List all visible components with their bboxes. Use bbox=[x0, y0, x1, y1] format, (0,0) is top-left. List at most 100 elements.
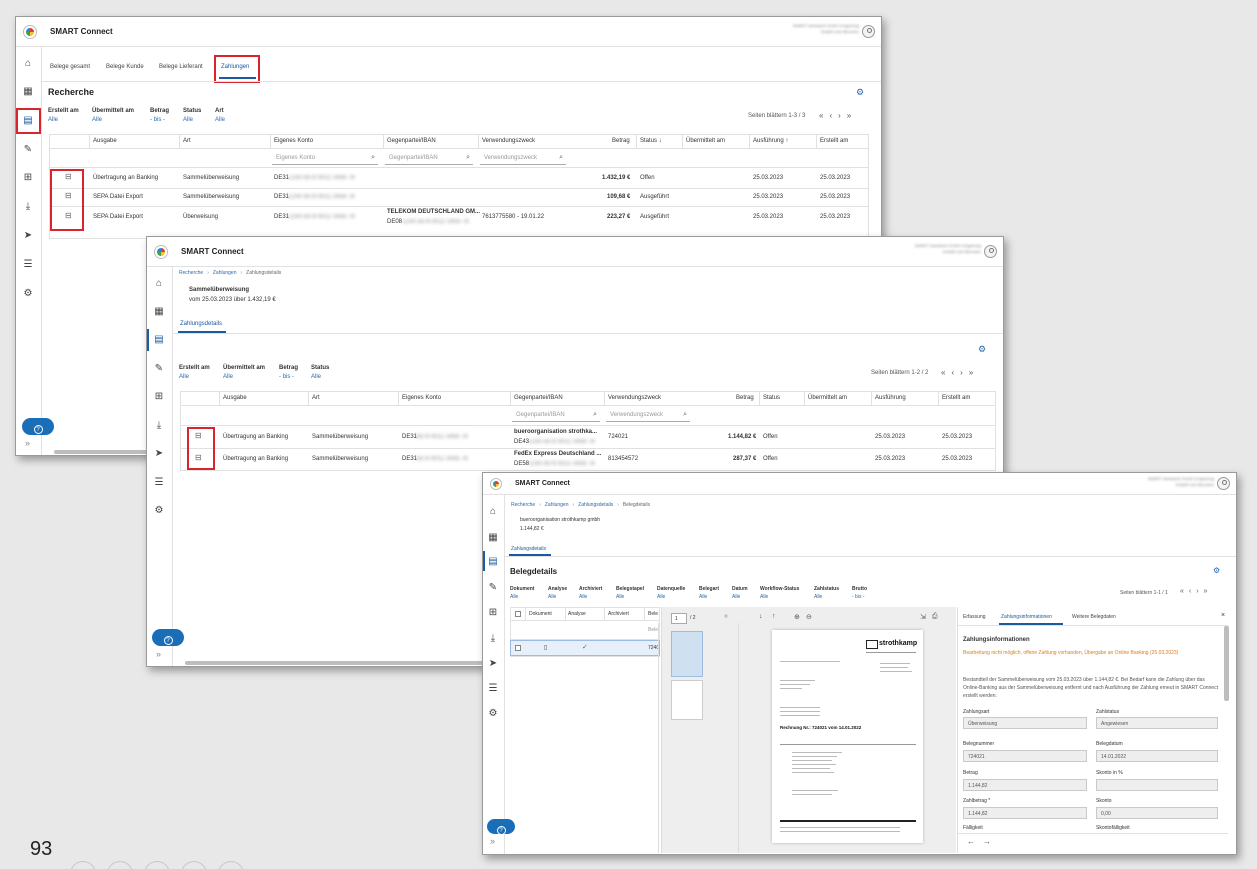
upload-icon[interactable]: ↑ bbox=[772, 613, 776, 620]
breadcrumb-recherche[interactable]: Recherche bbox=[179, 270, 203, 276]
col-erstellt[interactable]: Erstellt am bbox=[820, 138, 848, 144]
arrow-right-icon[interactable]: → bbox=[983, 837, 991, 846]
filter-belegart[interactable]: Alle bbox=[699, 594, 707, 600]
page-input[interactable]: 1 bbox=[671, 613, 687, 624]
avatar[interactable] bbox=[984, 245, 997, 258]
home-icon[interactable]: ⌂ bbox=[152, 277, 166, 291]
tab-zahlungsdetails[interactable]: Zahlungsdetails bbox=[180, 321, 222, 327]
filter-status[interactable]: Alle bbox=[311, 374, 321, 380]
filter-uebermittelt[interactable]: Alle bbox=[92, 117, 102, 123]
filter-workflow[interactable]: Alle bbox=[760, 594, 768, 600]
col-uebermittelt[interactable]: Übermittelt am bbox=[808, 395, 847, 401]
breadcrumb-zahlungen[interactable]: Zahlungen bbox=[213, 270, 237, 276]
edit-document-icon[interactable]: ✎ bbox=[152, 362, 166, 376]
col-gegenpartei[interactable]: Gegenpartei/IBAN bbox=[514, 395, 563, 401]
close-icon[interactable]: × bbox=[1221, 612, 1225, 619]
expand-icon[interactable]: » bbox=[490, 836, 495, 846]
vertical-scrollbar[interactable] bbox=[1224, 626, 1229, 701]
filter-archiviert[interactable]: Alle bbox=[579, 594, 587, 600]
help-button[interactable]: ? bbox=[22, 418, 54, 435]
thumbnail-page-2[interactable] bbox=[671, 680, 703, 720]
filter-status[interactable]: Alle bbox=[183, 117, 193, 123]
search-konto-input[interactable]: Eigenes Konto ⌕ bbox=[272, 152, 378, 165]
filter-betrag[interactable]: - bis - bbox=[150, 117, 165, 123]
send-icon[interactable]: ➤ bbox=[152, 447, 166, 461]
send-icon[interactable]: ➤ bbox=[486, 657, 500, 671]
help-button[interactable]: ? bbox=[487, 819, 515, 835]
expand-icon[interactable]: » bbox=[25, 438, 30, 448]
pager-nav[interactable]: «‹›» bbox=[941, 368, 979, 377]
col-art[interactable]: Art bbox=[183, 138, 191, 144]
filter-uebermittelt[interactable]: Alle bbox=[223, 374, 233, 380]
edit-document-icon[interactable]: ✎ bbox=[21, 143, 35, 157]
download-icon[interactable]: ↓ bbox=[759, 613, 763, 620]
tab-zahlungsinformationen[interactable]: Zahlungsinformationen bbox=[1001, 614, 1052, 620]
col-gegenpartei[interactable]: Gegenpartei/IBAN bbox=[387, 138, 436, 144]
pager-nav[interactable]: «‹›» bbox=[1180, 588, 1212, 595]
calendar-grid-icon[interactable]: ▦ bbox=[152, 305, 166, 319]
col-betrag[interactable]: Betrag bbox=[612, 138, 630, 144]
col-archiviert[interactable]: Archiviert bbox=[608, 611, 629, 617]
col-eigenes-konto[interactable]: Eigenes Konto bbox=[274, 138, 313, 144]
col-status[interactable]: Status ↓ bbox=[640, 138, 662, 144]
col-ausfuehrung[interactable]: Ausführung ↑ bbox=[753, 138, 788, 144]
select-all-checkbox[interactable] bbox=[515, 611, 521, 617]
tab-weitere-belegdaten[interactable]: Weitere Belegdaten bbox=[1072, 614, 1116, 620]
col-eigenes-konto[interactable]: Eigenes Konto bbox=[402, 395, 441, 401]
filter-analyse[interactable]: Alle bbox=[548, 594, 556, 600]
col-ausgabe[interactable]: Ausgabe bbox=[93, 138, 117, 144]
breadcrumb-zahlungen[interactable]: Zahlungen bbox=[545, 502, 569, 508]
tab-erfassung[interactable]: Erfassung bbox=[963, 614, 986, 620]
col-analyse[interactable]: Analyse bbox=[568, 611, 586, 617]
document-icon[interactable]: ▯ bbox=[544, 644, 547, 651]
send-icon[interactable]: ➤ bbox=[21, 229, 35, 243]
horizontal-scrollbar[interactable] bbox=[185, 661, 485, 665]
document-icon[interactable]: ▤ bbox=[486, 555, 500, 569]
help-button[interactable]: ? bbox=[152, 629, 184, 646]
receipt-icon[interactable]: ⊞ bbox=[486, 606, 500, 620]
edit-document-icon[interactable]: ✎ bbox=[486, 581, 500, 595]
expand-icon[interactable]: » bbox=[156, 649, 161, 659]
zoom-in-icon[interactable]: ⊕ bbox=[794, 613, 800, 621]
filter-erstellt[interactable]: Alle bbox=[179, 374, 189, 380]
col-betrag[interactable]: Betrag bbox=[736, 395, 754, 401]
home-icon[interactable]: ⌂ bbox=[21, 57, 35, 71]
settings-grid-icon[interactable]: ⚙ bbox=[152, 504, 166, 518]
search-zweck-input[interactable]: Verwendungszweck ⌕ bbox=[480, 152, 566, 165]
col-belege[interactable]: Bele bbox=[648, 611, 658, 617]
list-icon[interactable]: ☰ bbox=[21, 258, 35, 272]
col-ausfuehrung[interactable]: Ausführung bbox=[875, 395, 906, 401]
col-art[interactable]: Art bbox=[312, 395, 320, 401]
avatar[interactable] bbox=[1217, 477, 1230, 490]
open-icon[interactable]: ⇲ bbox=[920, 613, 926, 621]
tab-zahlungsdetails[interactable]: Zahlungsdetails bbox=[511, 546, 546, 552]
settings-grid-icon[interactable]: ⚙ bbox=[21, 287, 35, 301]
search-iban-input[interactable]: Gegenpartei/IBAN ⌕ bbox=[385, 152, 473, 165]
print-icon[interactable]: ⎙ bbox=[932, 613, 938, 621]
col-uebermittelt[interactable]: Übermittelt am bbox=[686, 138, 725, 144]
receipt-icon[interactable]: ⊞ bbox=[21, 171, 35, 185]
home-icon[interactable]: ⌂ bbox=[486, 505, 500, 519]
col-status[interactable]: Status bbox=[763, 395, 780, 401]
avatar[interactable] bbox=[862, 25, 875, 38]
gear-icon[interactable]: ⚙ bbox=[1213, 566, 1220, 575]
filter-zahlstatus[interactable]: Alle bbox=[814, 594, 822, 600]
gear-icon[interactable]: ⚙ bbox=[978, 344, 986, 355]
col-dokument[interactable]: Dokument bbox=[529, 611, 552, 617]
filter-betrag[interactable]: - bis - bbox=[279, 374, 294, 380]
filter-datenquelle[interactable]: Alle bbox=[657, 594, 665, 600]
settings-grid-icon[interactable]: ⚙ bbox=[486, 707, 500, 721]
filter-brutto[interactable]: - bis - bbox=[852, 594, 865, 600]
zoom-out-icon[interactable]: ⊖ bbox=[806, 613, 812, 621]
breadcrumb-recherche[interactable]: Recherche bbox=[511, 502, 535, 508]
tab-belege-lieferant[interactable]: Belege Lieferant bbox=[159, 64, 203, 70]
col-verwendungszweck[interactable]: Verwendungszweck bbox=[482, 138, 535, 144]
tab-belege-gesamt[interactable]: Belege gesamt bbox=[50, 64, 90, 70]
arrow-left-icon[interactable]: ← bbox=[967, 837, 975, 846]
col-ausgabe[interactable]: Ausgabe bbox=[223, 395, 247, 401]
gear-icon[interactable]: ⚙ bbox=[856, 87, 864, 98]
filter-erstellt[interactable]: Alle bbox=[48, 117, 58, 123]
thumbnail-page-1[interactable] bbox=[671, 631, 703, 677]
document-icon[interactable]: ▤ bbox=[152, 333, 166, 347]
list-icon[interactable]: ☰ bbox=[152, 476, 166, 490]
